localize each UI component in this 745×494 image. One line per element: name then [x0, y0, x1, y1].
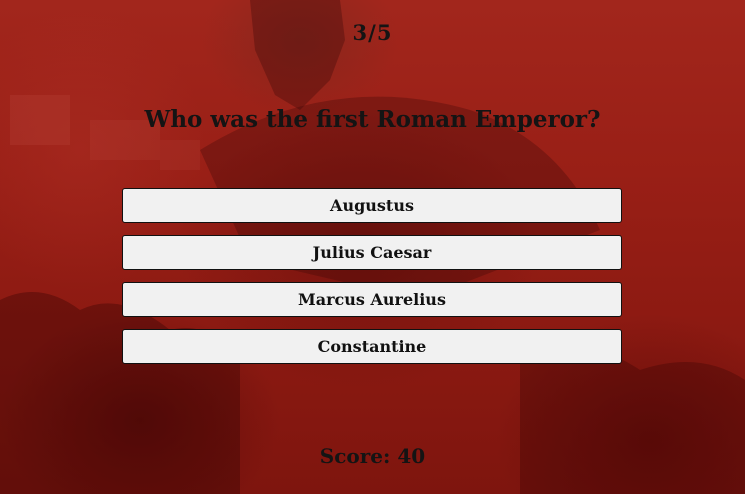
answer-list: Augustus Julius Caesar Marcus Aurelius C… [122, 188, 622, 376]
answer-button-constantine[interactable]: Constantine [122, 329, 622, 364]
answer-button-julius-caesar[interactable]: Julius Caesar [122, 235, 622, 270]
score-display: Score: 40 [319, 444, 426, 468]
answer-button-augustus[interactable]: Augustus [122, 188, 622, 223]
question-counter: 3/5 [352, 20, 393, 45]
question-text: Who was the first Roman Emperor? [144, 106, 601, 133]
answer-button-marcus-aurelius[interactable]: Marcus Aurelius [122, 282, 622, 317]
